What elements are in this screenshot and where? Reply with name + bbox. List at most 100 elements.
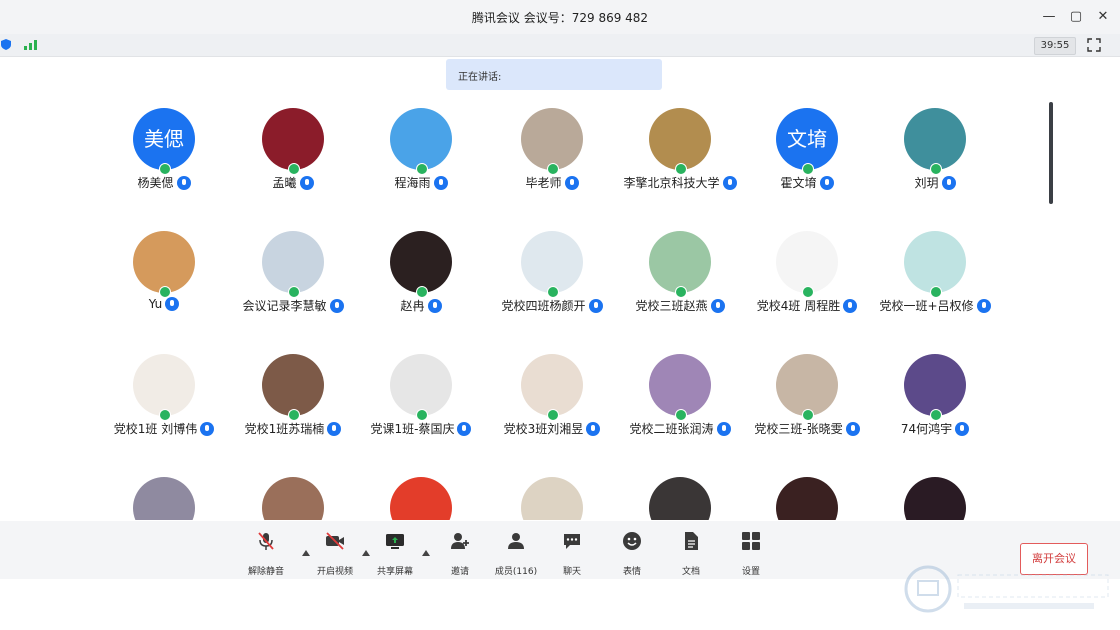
participant-tile[interactable]: 党校1班 刘博伟: [99, 354, 229, 454]
participant-name: 会议记录李慧敏: [242, 299, 327, 313]
participant-tile[interactable]: 毕老师: [487, 108, 617, 208]
microphone-icon: [564, 176, 579, 190]
avatar: [649, 477, 711, 520]
participant-tile[interactable]: [870, 477, 1000, 520]
participant-name: 党校1班苏瑞楠: [244, 422, 325, 436]
participant-tile[interactable]: 党课1班-蔡国庆: [356, 354, 486, 454]
members-icon: [508, 533, 524, 549]
microphone-icon: [941, 176, 956, 190]
microphone-icon: [976, 299, 991, 313]
maximize-button[interactable]: ▢: [1067, 8, 1085, 26]
participant-tile[interactable]: 党校一班+吕权修: [870, 231, 1000, 331]
participant-tile[interactable]: 党校三班-张晓雯: [742, 354, 872, 454]
fullscreen-icon[interactable]: [1087, 38, 1101, 52]
video-options-chevron-icon[interactable]: [362, 550, 370, 556]
participant-tile[interactable]: 党校四班杨颜开: [487, 231, 617, 331]
avatar: [649, 108, 711, 170]
avatar: [390, 231, 452, 293]
meeting-timer: 39:55: [1034, 37, 1076, 55]
participant-tile[interactable]: [99, 477, 229, 520]
participant-name: 杨美偲: [137, 176, 174, 190]
add-user-icon: [451, 533, 469, 549]
avatar: [904, 231, 966, 293]
settings-grid-icon: [742, 532, 760, 550]
participant-name: 党校三班赵燕: [635, 299, 708, 313]
participant-name: 毕老师: [525, 176, 562, 190]
microphone-icon: [433, 176, 448, 190]
participant-tile[interactable]: 刘玥: [870, 108, 1000, 208]
participant-name: 刘玥: [914, 176, 939, 190]
participant-tile[interactable]: [356, 477, 486, 520]
participant-name: 党校三班-张晓雯: [754, 422, 843, 436]
participant-grid: 美偲 杨美偲 孟曦 程海雨 毕老师 李擎北京科技大学 文堉 霍文堉 刘玥 Yu 会议记录李慧敏 赵冉党…: [0, 0, 1040, 520]
microphone-icon: [176, 176, 191, 190]
avatar: [776, 354, 838, 416]
participant-tile[interactable]: 党校3班刘湘昱: [487, 354, 617, 454]
participant-name: Yu: [148, 297, 163, 311]
settings-button[interactable]: 设置: [726, 521, 776, 579]
avatar: [521, 231, 583, 293]
participant-name-row: 刘玥: [840, 174, 1030, 191]
mute-label: 解除静音: [247, 567, 284, 577]
chat-button[interactable]: 聊天: [547, 521, 597, 579]
share-options-chevron-icon[interactable]: [422, 550, 430, 556]
microphone-icon: [819, 176, 834, 190]
mute-options-chevron-icon[interactable]: [302, 550, 310, 556]
settings-label: 设置: [741, 567, 760, 577]
share-screen-button[interactable]: 共享屏幕: [370, 521, 420, 579]
avatar: [262, 354, 324, 416]
chat-icon: [564, 534, 580, 549]
participant-tile[interactable]: 孟曦: [228, 108, 358, 208]
participant-tile[interactable]: 党校三班赵燕: [615, 231, 745, 331]
avatar: 文堉: [776, 108, 838, 170]
scrollbar[interactable]: [1049, 102, 1053, 204]
participant-tile[interactable]: 李擎北京科技大学: [615, 108, 745, 208]
avatar: [776, 231, 838, 293]
participant-name: 党课1班-蔡国庆: [370, 422, 455, 436]
participant-tile[interactable]: 会议记录李慧敏: [228, 231, 358, 331]
participant-name-row: 74何鸿宇: [840, 420, 1030, 437]
participant-tile[interactable]: [487, 477, 617, 520]
microphone-off-icon: [258, 532, 274, 550]
participant-tile[interactable]: 美偲 杨美偲: [99, 108, 229, 208]
participant-tile[interactable]: 程海雨: [356, 108, 486, 208]
document-icon: [685, 532, 698, 550]
avatar: [776, 477, 838, 520]
avatar: [133, 354, 195, 416]
microphone-icon: [955, 422, 970, 436]
participant-tile[interactable]: 党校4班 周程胜: [742, 231, 872, 331]
participant-name: 党校1班 刘博伟: [113, 422, 198, 436]
participant-tile[interactable]: [615, 477, 745, 520]
camera-off-icon: [326, 532, 344, 550]
avatar: [904, 108, 966, 170]
participant-tile[interactable]: [228, 477, 358, 520]
participant-tile[interactable]: Yu: [99, 231, 229, 331]
participant-tile[interactable]: 文堉霍文堉: [742, 108, 872, 208]
participant-tile[interactable]: [742, 477, 872, 520]
participant-tile[interactable]: 党校1班苏瑞楠: [228, 354, 358, 454]
participant-name: 党校3班刘湘昱: [503, 422, 584, 436]
avatar: [649, 354, 711, 416]
avatar: [649, 231, 711, 293]
invite-button[interactable]: 邀请: [435, 521, 485, 579]
members-button[interactable]: 成员(116): [491, 521, 541, 579]
documents-button[interactable]: 文档: [666, 521, 716, 579]
participant-tile[interactable]: 赵冉: [356, 231, 486, 331]
emoji-button[interactable]: 表情: [607, 521, 657, 579]
watermark-logo-icon: [904, 565, 1109, 613]
participant-name: 霍文堉: [780, 176, 817, 190]
participant-tile[interactable]: 党校二班张润涛: [615, 354, 745, 454]
participant-tile[interactable]: 74何鸿宇: [870, 354, 1000, 454]
avatar: [390, 354, 452, 416]
participant-name: 党校四班杨颜开: [501, 299, 586, 313]
participant-name: 74何鸿宇: [900, 422, 953, 436]
close-button[interactable]: ✕: [1094, 8, 1112, 26]
mute-button[interactable]: 解除静音: [241, 521, 291, 579]
video-button[interactable]: 开启视频: [310, 521, 360, 579]
emoji-icon: [623, 532, 641, 550]
participant-name: 孟曦: [272, 176, 297, 190]
participant-name: 党校二班张润涛: [629, 422, 714, 436]
participant-name: 党校一班+吕权修: [879, 299, 974, 313]
avatar: [390, 477, 452, 520]
minimize-button[interactable]: —: [1040, 8, 1058, 26]
